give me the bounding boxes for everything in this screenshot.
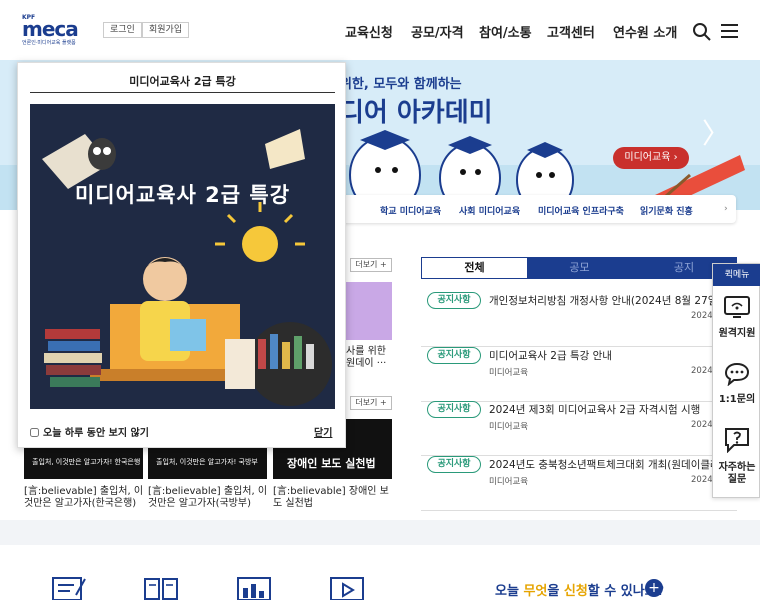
notice-badge: 공지사항: [427, 292, 481, 309]
quick-link-reading[interactable]: 읽기문화 진흥: [640, 204, 693, 217]
ask-plus-button[interactable]: +: [645, 579, 663, 597]
nav-education[interactable]: 교육신청: [345, 22, 393, 41]
partial-card-line2: 원데이 ···: [346, 358, 387, 369]
video-caption[interactable]: [言:believable] 장애인 보도 실천법: [273, 486, 395, 510]
partial-card-line1: 사를 위한: [346, 346, 386, 357]
banner-next-arrow[interactable]: 〉: [702, 112, 730, 152]
tab-contest[interactable]: 공모: [527, 258, 632, 278]
nav-about[interactable]: 연수원 소개: [613, 22, 677, 41]
notice-date: 2024: [691, 420, 713, 430]
ask-word-what: 무엇: [523, 584, 548, 599]
search-icon[interactable]: [692, 22, 712, 42]
banner-title: 디어 아카데미: [340, 98, 493, 128]
nav-customer-center[interactable]: 고객센터: [547, 22, 595, 41]
logo-subtitle: 언론인·미디어교육 플랫폼: [22, 40, 76, 46]
quick-menu-title: 퀵메뉴: [713, 264, 760, 286]
more-button-video[interactable]: 더보기 +: [350, 396, 392, 410]
ask-mid: 을: [547, 584, 564, 599]
section-divider: [0, 520, 760, 545]
notice-category: 미디어교육: [489, 422, 529, 432]
notice-title: 미디어교육사 2급 특강 안내: [489, 350, 612, 362]
notice-badge: 공지사항: [427, 347, 481, 364]
popup-image-title: 미디어교육사 2급 특강: [74, 183, 291, 207]
popup-close-button[interactable]: 닫기: [314, 424, 332, 439]
more-button-top[interactable]: 더보기 +: [350, 258, 392, 272]
ask-prefix: 오늘: [495, 584, 524, 599]
quick-links-bar: 정 학교 미디어교육 사회 미디어교육 미디어교육 인프라구축 읽기문화 진흥 …: [300, 195, 736, 223]
notice-category: 미디어교육: [489, 368, 529, 378]
header: KPF meca 언론인·미디어교육 플랫폼 로그인 회원가입 교육신청 공모/…: [0, 0, 760, 60]
notice-date: 2024: [691, 311, 713, 321]
chat-icon[interactable]: [724, 362, 750, 386]
quick-link-social[interactable]: 사회 미디어교육: [459, 204, 520, 217]
notice-date: 2024: [691, 366, 713, 376]
signup-button[interactable]: 회원가입: [142, 22, 190, 38]
popup-image[interactable]: 미디어교육사 2급 특강: [30, 104, 335, 409]
tab-all[interactable]: 전체: [422, 258, 527, 278]
banner-button-label: 미디어교육: [624, 152, 671, 163]
notice-category: 미디어교육: [489, 477, 529, 487]
quick-menu-remote[interactable]: 원격지원: [713, 328, 760, 340]
quick-menu-inquiry[interactable]: 1:1문의: [713, 394, 760, 406]
video-caption[interactable]: [言:believable] 출입처, 이것만은 알고가자(국방부): [148, 486, 270, 510]
notice-row[interactable]: 공지사항 2024년 제3회 미디어교육사 2급 자격시험 시행 미디어교육 2…: [421, 401, 737, 456]
dont-show-today-option[interactable]: 오늘 하루 동안 보지 않기: [30, 424, 149, 439]
video-play-icon[interactable]: [329, 575, 365, 600]
popup-title: 미디어교육사 2급 특강: [129, 75, 236, 88]
nav-contest[interactable]: 공모/자격: [411, 22, 464, 41]
partial-card-image[interactable]: [346, 282, 392, 340]
quick-link-school[interactable]: 학교 미디어교육: [380, 204, 441, 217]
notice-badge: 공지사항: [427, 456, 481, 473]
popup-modal: 미디어교육사 2급 특강 미디어교육사 2급 특강 오늘 하루 동안 보지 않기…: [17, 62, 346, 448]
notice-tabs: 전체 공모 공지: [421, 257, 737, 279]
what-to-apply-question: 오늘 무엇을 신청할 수 있나요?: [495, 580, 664, 599]
partial-card-caption[interactable]: 사를 위한 원데이 ···: [346, 346, 386, 370]
dont-show-today-checkbox[interactable]: [30, 428, 39, 437]
notice-badge: 공지사항: [427, 401, 481, 418]
book-icon[interactable]: [143, 575, 179, 600]
site-logo[interactable]: KPF meca 언론인·미디어교육 플랫폼: [22, 14, 88, 46]
quick-links-next-icon[interactable]: ›: [724, 204, 728, 214]
apply-form-icon[interactable]: [50, 575, 88, 600]
menu-icon[interactable]: [721, 24, 738, 38]
quick-menu-faq[interactable]: 자주하는 질문: [713, 462, 760, 486]
nav-participation[interactable]: 참여/소통: [479, 22, 532, 41]
video-thumb-text: 출입처, 이것만은 알고가자! 국방부: [156, 458, 258, 466]
notice-row[interactable]: 공지사항 미디어교육사 2급 특강 안내 미디어교육 2024: [421, 347, 737, 402]
dont-show-today-label: 오늘 하루 동안 보지 않기: [43, 428, 149, 439]
notice-row[interactable]: 공지사항 2024년도 충북청소년팩트체크대회 개최(원데이클래스 참 미디어교…: [421, 456, 737, 511]
notice-title: 2024년도 충북청소년팩트체크대회 개최(원데이클래스 참: [489, 459, 737, 471]
notice-title: 2024년 제3회 미디어교육사 2급 자격시험 시행: [489, 404, 701, 416]
popup-illustration: [30, 104, 335, 409]
faq-icon[interactable]: [724, 427, 750, 453]
quick-menu: 퀵메뉴 원격지원 1:1문의 자주하는 질문: [712, 263, 760, 498]
banner-media-edu-button[interactable]: 미디어교육 ›: [613, 147, 689, 169]
logo-word: meca: [22, 17, 79, 41]
video-thumb-text: 출입처, 이것만은 알고가자! 한국은행: [32, 458, 141, 466]
login-button[interactable]: 로그인: [103, 22, 142, 38]
quick-link-infra[interactable]: 미디어교육 인프라구축: [538, 204, 624, 217]
ask-word-apply: 신청: [563, 584, 588, 599]
popup-divider: [30, 92, 335, 93]
notice-row[interactable]: 공지사항 개인정보처리방침 개정사항 안내(2024년 8월 27일자) 202…: [421, 292, 737, 347]
dashboard-icon[interactable]: [236, 575, 272, 600]
banner-headline: 위한, 모두와 함께하는: [340, 77, 462, 92]
remote-support-icon[interactable]: [724, 296, 750, 320]
notice-title: 개인정보처리방침 개정사항 안내(2024년 8월 27일자): [489, 295, 732, 307]
video-caption[interactable]: [言:believable] 출입처, 이것만은 알고가자(한국은행): [24, 486, 146, 510]
notice-date: 2024: [691, 475, 713, 485]
video-thumb-text: 장애인 보도 실천법: [287, 457, 376, 470]
